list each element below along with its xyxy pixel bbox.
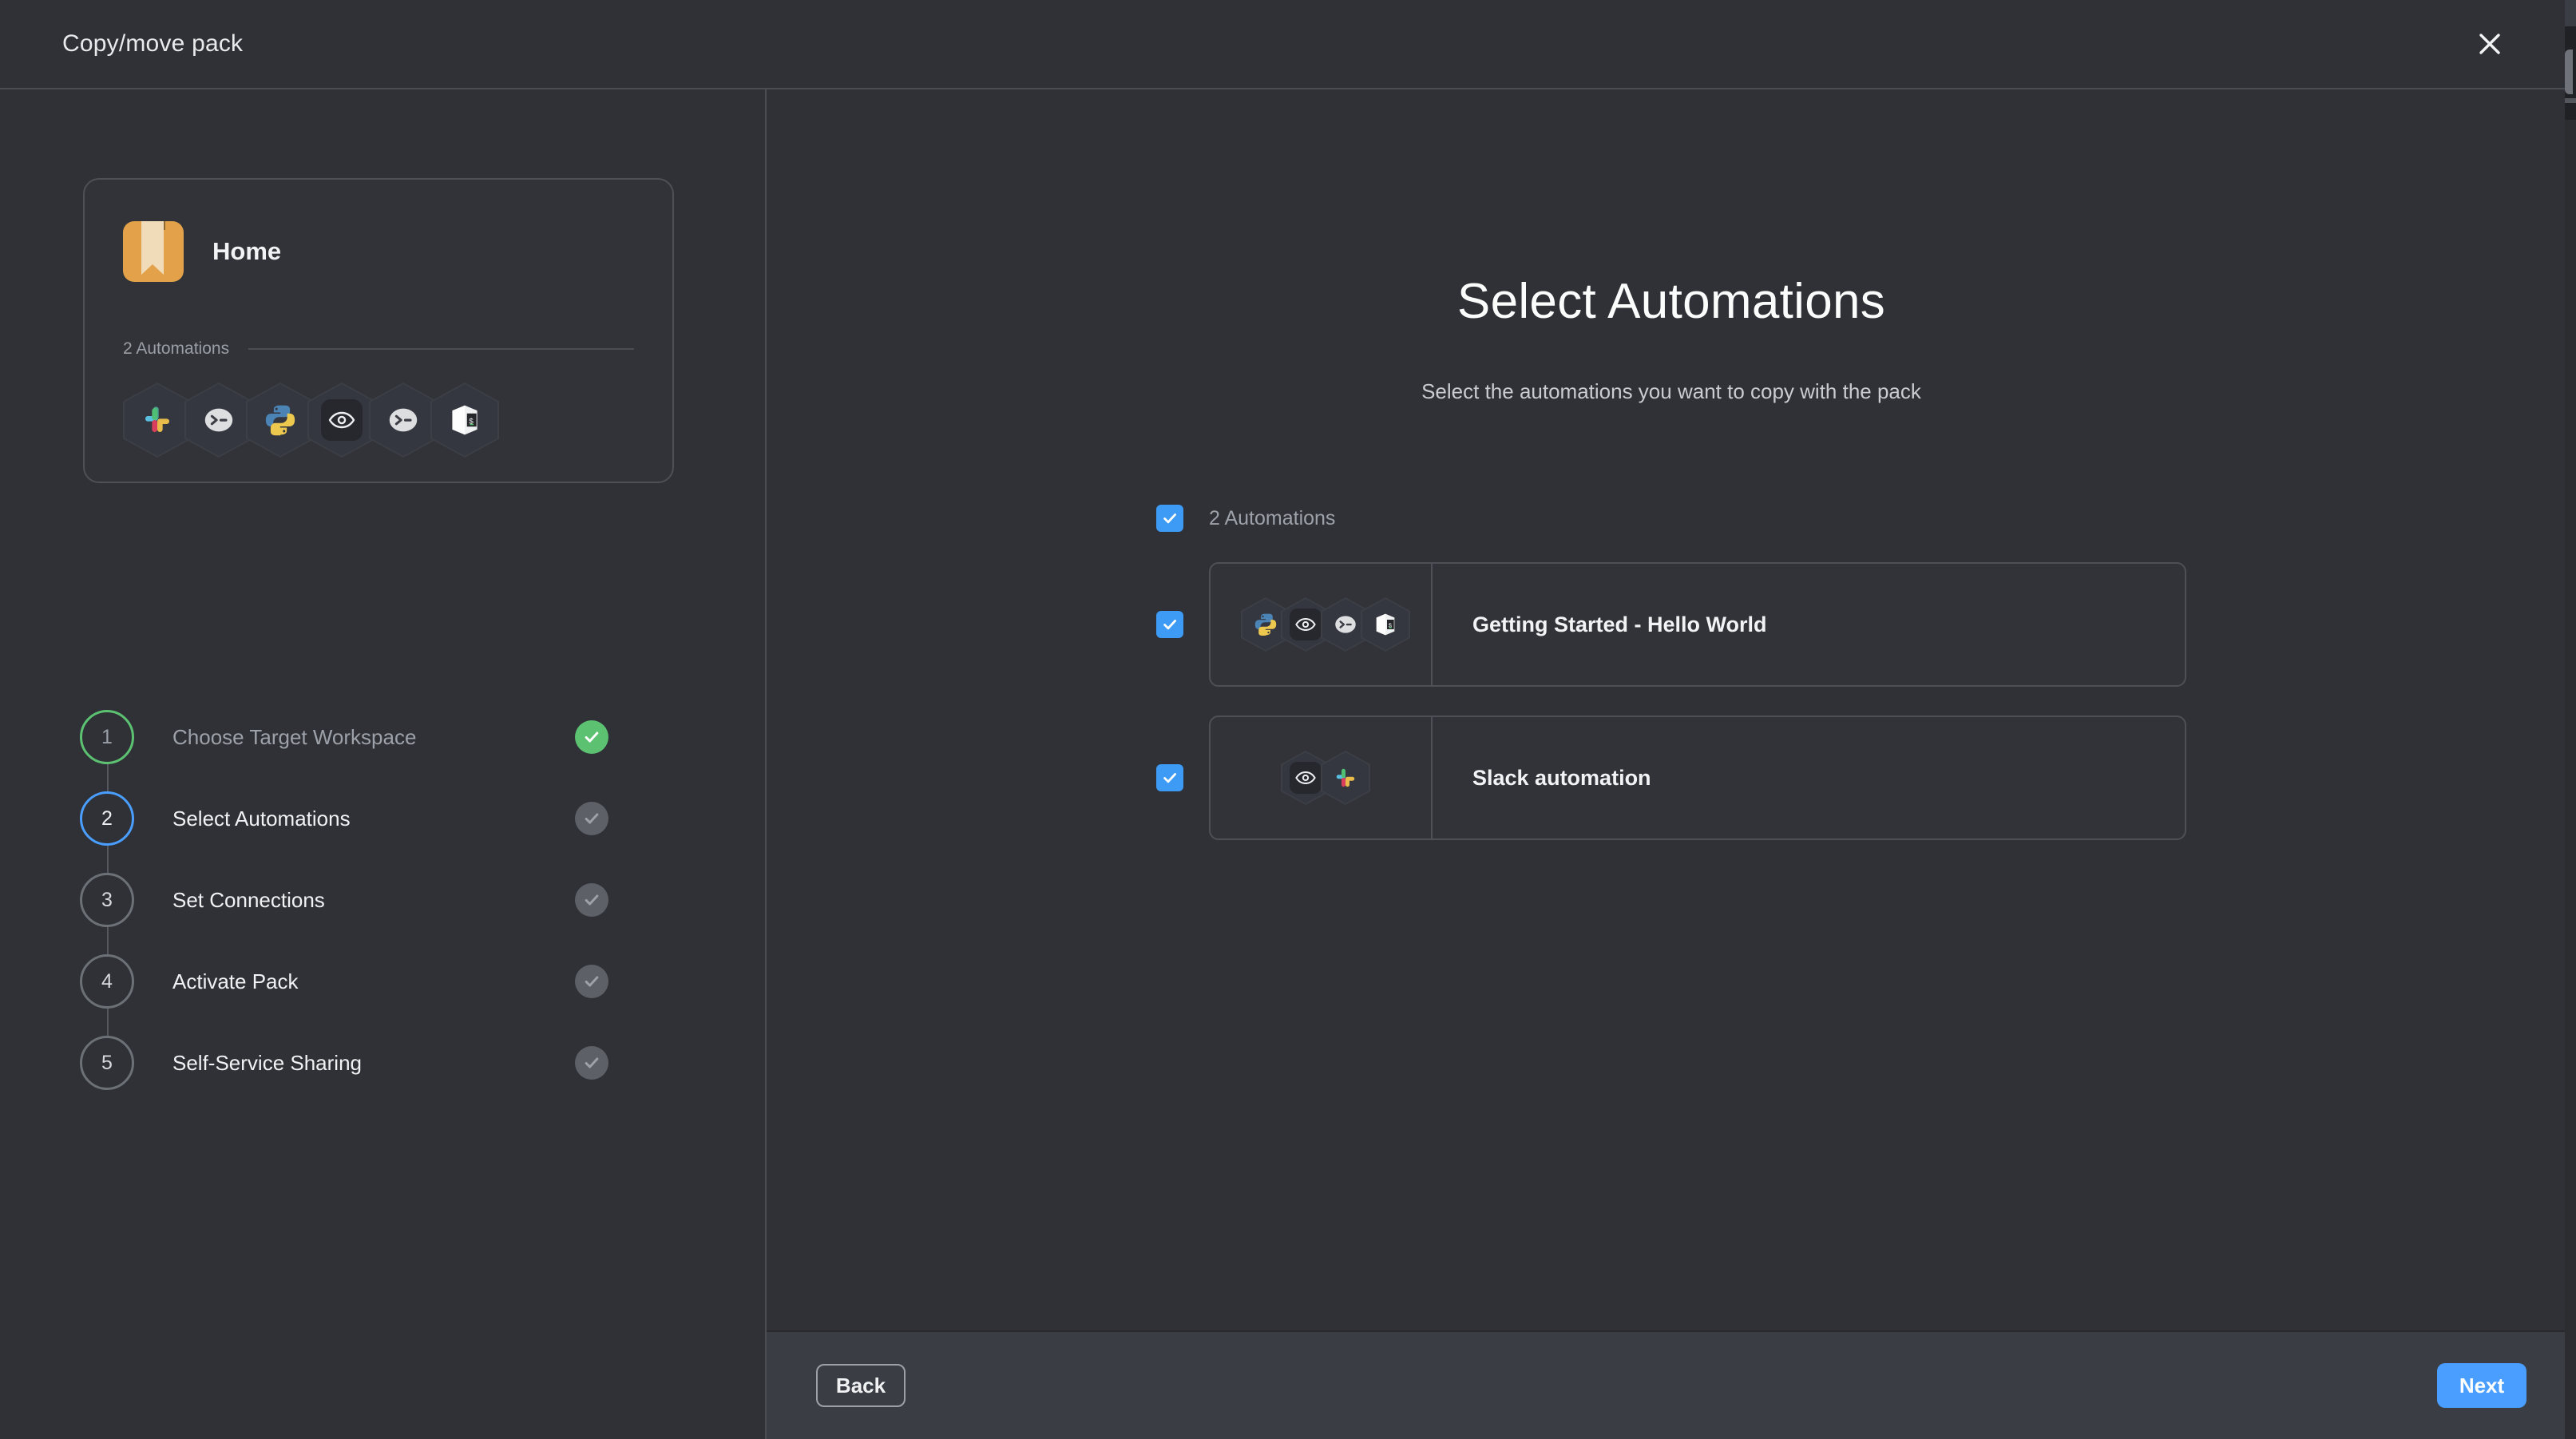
bot-terminal-icon	[200, 402, 237, 438]
divider	[248, 348, 634, 350]
wizard-stepper: 1 Choose Target Workspace 2 Select Autom…	[80, 696, 639, 1104]
step-label: Choose Target Workspace	[172, 724, 417, 749]
pack-summary-card: Home 2 Automations $	[83, 178, 674, 483]
select-all-label: 2 Automations	[1209, 506, 1336, 529]
bot-terminal-icon	[385, 402, 422, 438]
modal-footer: Back Next	[767, 1330, 2576, 1439]
automation-row[interactable]: Slack automation	[1156, 716, 2186, 840]
eye-icon	[1290, 762, 1322, 794]
step-item-4[interactable]: 4 Activate Pack	[80, 941, 639, 1049]
step-number: 1	[80, 710, 134, 764]
automation-icon-slack	[1321, 751, 1370, 805]
integration-icon-slack	[123, 383, 192, 458]
eye-icon	[321, 399, 363, 441]
select-all-row[interactable]: 2 Automations	[1156, 505, 2186, 532]
page-subtitle: Select the automations you want to copy …	[1421, 379, 1921, 403]
cube-shell-icon: $	[1373, 612, 1398, 637]
eye-icon	[1290, 609, 1322, 640]
step-check-icon	[575, 965, 608, 998]
step-number: 5	[80, 1036, 134, 1090]
step-item-2[interactable]: 2 Select Automations	[80, 778, 639, 886]
integration-icon-eye	[307, 383, 376, 458]
automation-icons: $	[1211, 564, 1433, 685]
python-icon	[1253, 612, 1278, 637]
python-icon	[263, 402, 298, 438]
modal-body: Home 2 Automations $ 1 Choose Target Wor…	[0, 89, 2576, 1439]
pack-name: Home	[212, 237, 282, 265]
step-item-3[interactable]: 3 Set Connections	[80, 859, 639, 968]
pack-automations-meta: 2 Automations	[123, 339, 634, 359]
copy-move-pack-modal: Copy/move pack Home 2 Automations $ 1 Ch…	[0, 0, 2576, 1439]
back-button[interactable]: Back	[816, 1364, 906, 1407]
automations-list: 2 Automations $ Getting Started - Hello …	[1156, 505, 2186, 840]
pack-automations-count: 2 Automations	[123, 339, 230, 358]
automation-name: Slack automation	[1472, 765, 1651, 790]
step-label: Self-Service Sharing	[172, 1050, 362, 1075]
modal-header: Copy/move pack	[0, 0, 2576, 89]
panel-resize-handle[interactable]	[2565, 50, 2573, 94]
step-number: 4	[80, 954, 134, 1009]
step-label: Set Connections	[172, 887, 325, 912]
page-title: Select Automations	[1456, 274, 1886, 329]
step-number: 3	[80, 873, 134, 927]
step-label: Activate Pack	[172, 969, 299, 993]
slack-icon	[141, 404, 173, 436]
step-check-icon	[575, 1046, 608, 1080]
bot-terminal-icon	[1332, 611, 1359, 638]
step-item-1[interactable]: 1 Choose Target Workspace	[80, 696, 639, 805]
automation-card[interactable]: Slack automation	[1209, 716, 2186, 840]
step-check-icon	[575, 802, 608, 835]
cube-shell-icon: $	[447, 402, 482, 438]
step-check-icon	[575, 720, 608, 754]
background-page-edge	[2565, 0, 2576, 1439]
automation-name: Getting Started - Hello World	[1472, 612, 1767, 636]
slack-icon	[1334, 766, 1357, 790]
automation-card[interactable]: $ Getting Started - Hello World	[1209, 562, 2186, 687]
automation-icon-cube-shell: $	[1361, 597, 1410, 652]
svg-text:$: $	[469, 418, 474, 427]
pack-header: Home	[123, 221, 634, 282]
integration-icon-bot-terminal-2	[369, 383, 438, 458]
folder-icon	[123, 221, 184, 282]
automation-row[interactable]: $ Getting Started - Hello World	[1156, 562, 2186, 687]
checkbox-checked-icon[interactable]	[1156, 764, 1183, 791]
step-label: Select Automations	[172, 806, 351, 830]
left-panel: Home 2 Automations $ 1 Choose Target Wor…	[0, 89, 767, 1439]
integration-icon-python	[246, 383, 315, 458]
step-item-5[interactable]: 5 Self-Service Sharing	[80, 1022, 639, 1104]
step-check-icon	[575, 883, 608, 917]
checkbox-checked-icon[interactable]	[1156, 505, 1183, 532]
next-button[interactable]: Next	[2437, 1363, 2526, 1408]
modal-title: Copy/move pack	[62, 30, 244, 57]
step-number: 2	[80, 791, 134, 846]
automation-icons	[1211, 717, 1433, 838]
pack-integration-icons: $	[123, 383, 634, 458]
checkbox-checked-icon[interactable]	[1156, 611, 1183, 638]
close-icon[interactable]	[2467, 22, 2512, 66]
integration-icon-bot-terminal	[184, 383, 253, 458]
right-panel: Select Automations Select the automation…	[767, 89, 2576, 1439]
svg-text:$: $	[1389, 623, 1393, 629]
step-content: Select Automations Select the automation…	[767, 89, 2576, 1330]
integration-icon-cube-shell: $	[430, 383, 499, 458]
